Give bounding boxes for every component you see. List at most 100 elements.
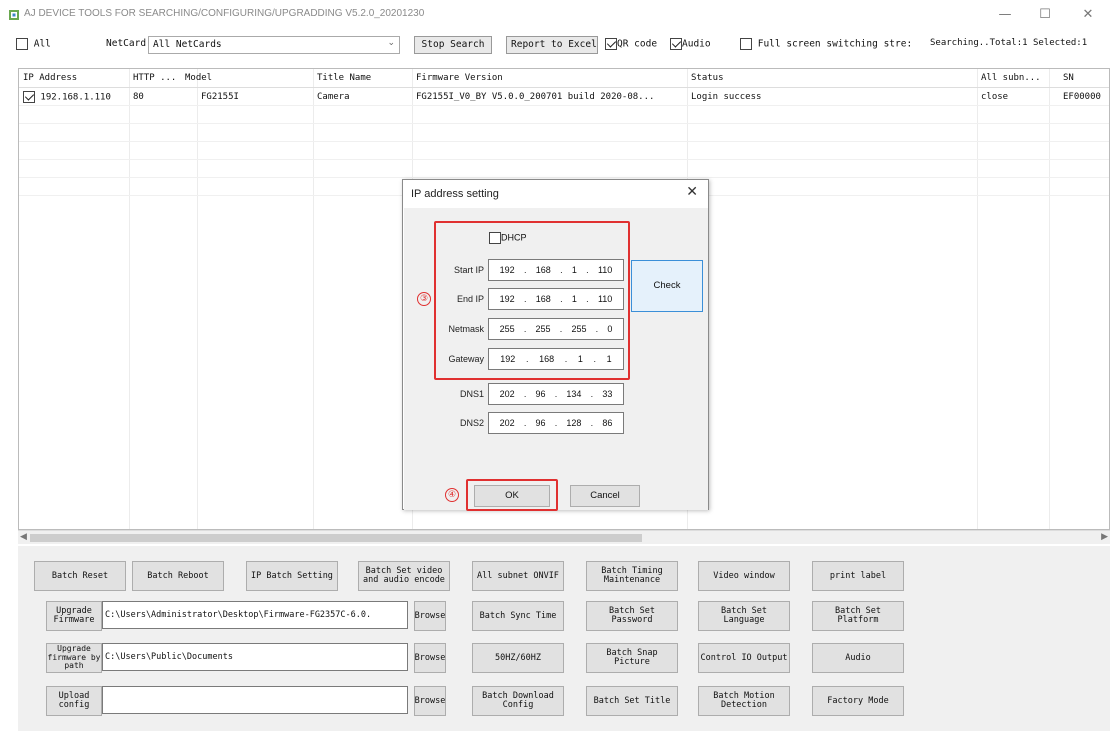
control-io-output-button[interactable]: Control IO Output	[698, 643, 790, 673]
browse-firmware-button[interactable]: Browse	[414, 601, 446, 631]
column-header-ip[interactable]: IP Address	[23, 73, 77, 83]
column-header-status[interactable]: Status	[691, 73, 724, 83]
checkbox-icon	[16, 38, 28, 50]
netmask-input[interactable]: 255. 255. 255. 0	[488, 318, 624, 340]
stop-search-button[interactable]: Stop Search	[414, 36, 492, 54]
minimize-button[interactable]: —	[985, 4, 1025, 26]
audio-checkbox[interactable]: Audio	[670, 38, 711, 50]
gateway-input[interactable]: 192. 168. 1. 1	[488, 348, 624, 370]
check-button[interactable]: Check	[631, 260, 703, 312]
dns2-input[interactable]: 202. 96. 128. 86	[488, 412, 624, 434]
scrollbar-thumb[interactable]	[30, 534, 642, 542]
horizontal-scrollbar[interactable]: ◀ ▶	[18, 530, 1110, 544]
audio-label: Audio	[682, 38, 711, 50]
fullscreen-checkbox[interactable]: Full screen switching stre:	[740, 38, 912, 50]
cell-title: Camera	[317, 92, 350, 102]
ip-octet: 110	[597, 265, 613, 275]
cell-firmware: FG2155I_V0_BY V5.0.0_200701 build 2020-0…	[416, 92, 655, 102]
dns1-input[interactable]: 202. 96. 134. 33	[488, 383, 624, 405]
column-header-firmware[interactable]: Firmware Version	[416, 73, 503, 83]
ip-batch-setting-button[interactable]: IP Batch Setting	[246, 561, 338, 591]
upload-config-button[interactable]: Upload config	[46, 686, 102, 716]
start-ip-label: Start IP	[453, 265, 484, 275]
netcard-select[interactable]: All NetCards ⌄	[148, 36, 400, 54]
all-label: All	[33, 38, 51, 50]
dialog-body: ③ DHCP Start IP 192. 168. 1. 110 End IP 192…	[404, 208, 708, 511]
column-header-title[interactable]: Title Name	[317, 73, 371, 83]
column-header-sn[interactable]: SN	[1063, 73, 1074, 83]
toolbar: All NetCard All NetCards ⌄ Stop Search Re…	[0, 30, 1110, 58]
ip-address-setting-dialog: IP address setting ✕ ③ DHCP Start IP 192…	[402, 179, 709, 511]
browse-path-button[interactable]: Browse	[414, 643, 446, 673]
ip-octet: 168	[539, 354, 555, 364]
config-path-field[interactable]	[102, 686, 408, 714]
scroll-right-icon[interactable]: ▶	[1101, 532, 1108, 542]
close-icon[interactable]: ✕	[686, 184, 698, 200]
dns1-label: DNS1	[459, 389, 484, 399]
step-3-marker: ③	[417, 292, 431, 306]
start-ip-input[interactable]: 192. 168. 1. 110	[488, 259, 624, 281]
scroll-left-icon[interactable]: ◀	[20, 532, 27, 542]
cell-ip: 192.168.1.110	[40, 92, 111, 103]
search-status: Searching..Total:1 Selected:1	[930, 38, 1088, 48]
batch-set-language-button[interactable]: Batch Set Language	[698, 601, 790, 631]
batch-sync-time-button[interactable]: Batch Sync Time	[472, 601, 564, 631]
checkbox-checked-icon	[23, 91, 35, 103]
browse-config-button[interactable]: Browse	[414, 686, 446, 716]
ok-button[interactable]: OK	[474, 485, 550, 507]
report-excel-button[interactable]: Report to Excel	[506, 36, 598, 54]
netmask-label: Netmask	[448, 324, 484, 334]
cell-sn: EF00000	[1063, 92, 1101, 102]
checkbox-icon	[740, 38, 752, 50]
path-field[interactable]: C:\Users\Public\Documents	[102, 643, 408, 671]
ip-octet: 1	[606, 354, 612, 364]
column-header-subnet[interactable]: All subn...	[981, 73, 1041, 83]
app-icon	[9, 10, 19, 20]
dns2-label: DNS2	[459, 418, 484, 428]
ip-octet: 0	[607, 324, 613, 334]
netcard-label: NetCard	[106, 38, 147, 49]
qr-code-checkbox[interactable]: QR code	[605, 38, 657, 50]
audio-button[interactable]: Audio	[812, 643, 904, 673]
batch-snap-picture-button[interactable]: Batch Snap Picture	[586, 643, 678, 673]
title-bar: AJ DEVICE TOOLS FOR SEARCHING/CONFIGURIN…	[0, 0, 1110, 30]
ip-octet: 1	[571, 294, 577, 304]
hz-50-60-button[interactable]: 50HZ/60HZ	[472, 643, 564, 673]
bottom-panel: Batch Reset Batch Reboot IP Batch Settin…	[18, 546, 1110, 731]
chevron-down-icon: ⌄	[387, 38, 395, 48]
batch-timing-maintenance-button[interactable]: Batch Timing Maintenance	[586, 561, 678, 591]
upgrade-firmware-by-path-button[interactable]: Upgrade firmware by path	[46, 643, 102, 673]
upgrade-firmware-button[interactable]: Upgrade Firmware	[46, 601, 102, 631]
cell-http: 80	[133, 92, 144, 102]
row-checkbox[interactable]: 192.168.1.110	[23, 91, 111, 103]
qr-code-label: QR code	[617, 38, 658, 50]
firmware-path-field[interactable]: C:\Users\Administrator\Desktop\Firmware-…	[102, 601, 408, 629]
dhcp-checkbox[interactable]: DHCP	[489, 232, 527, 244]
column-header-http[interactable]: HTTP ...	[133, 73, 176, 83]
video-window-button[interactable]: Video window	[698, 561, 790, 591]
all-subnet-onvif-button[interactable]: All subnet ONVIF	[472, 561, 564, 591]
ip-octet: 192	[500, 354, 516, 364]
ip-octet: 134	[566, 389, 582, 399]
print-label-button[interactable]: print label	[812, 561, 904, 591]
batch-set-password-button[interactable]: Batch Set Password	[586, 601, 678, 631]
batch-motion-detection-button[interactable]: Batch Motion Detection	[698, 686, 790, 716]
ip-octet: 33	[602, 389, 613, 399]
batch-set-video-audio-button[interactable]: Batch Set video and audio encode	[358, 561, 450, 591]
batch-download-config-button[interactable]: Batch Download Config	[472, 686, 564, 716]
batch-set-platform-button[interactable]: Batch Set Platform	[812, 601, 904, 631]
batch-reset-button[interactable]: Batch Reset	[34, 561, 126, 591]
cell-model: FG2155I	[201, 92, 239, 102]
column-header-model[interactable]: Model	[185, 73, 212, 83]
factory-mode-button[interactable]: Factory Mode	[812, 686, 904, 716]
batch-reboot-button[interactable]: Batch Reboot	[132, 561, 224, 591]
close-button[interactable]: ✕	[1068, 4, 1108, 26]
maximize-button[interactable]: ☐	[1025, 4, 1065, 26]
batch-set-title-button[interactable]: Batch Set Title	[586, 686, 678, 716]
cancel-button[interactable]: Cancel	[570, 485, 640, 507]
all-checkbox[interactable]: All	[16, 38, 51, 50]
ip-octet: 202	[499, 389, 515, 399]
end-ip-input[interactable]: 192. 168. 1. 110	[488, 288, 624, 310]
ip-octet: 86	[602, 418, 613, 428]
checkbox-checked-icon	[605, 38, 617, 50]
